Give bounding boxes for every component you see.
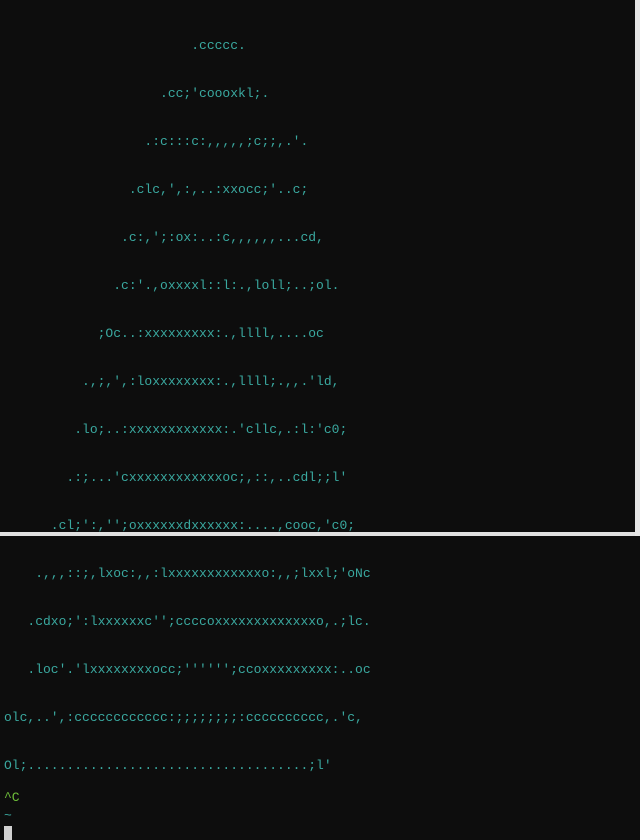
ascii-art-line: .,;,',:loxxxxxxxx:.,llll;.,,.'ld, [4, 374, 640, 390]
ascii-art-line: .c:,';:ox:..:c,,,,,,...cd, [4, 230, 640, 246]
ascii-art-line: olc,..',:cccccccccccc:;;;;;;;;:ccccccccc… [4, 710, 640, 726]
ascii-art-line: .ccccc. [4, 38, 640, 54]
ascii-art-line: .:c:::c:,,,,,;c;;,.'. [4, 134, 640, 150]
terminal-cursor[interactable] [0, 824, 640, 840]
ascii-art-line: .c:'.,oxxxxl::l:.,loll;..;ol. [4, 278, 640, 294]
ascii-art-line: .:;...'cxxxxxxxxxxxxoc;,::,..cdl;;l' [4, 470, 640, 486]
vertical-scrollbar[interactable] [635, 0, 640, 536]
ascii-art-line: .lo;..:xxxxxxxxxxxx:.'cllc,.:l:'c0; [4, 422, 640, 438]
interrupt-signal: ^C [0, 790, 640, 806]
ascii-art-line: .clc,',:,..:xxocc;'..c; [4, 182, 640, 198]
ascii-art-line: .loc'.'lxxxxxxxxocc;'''''';ccoxxxxxxxxx:… [4, 662, 640, 678]
status-bar [0, 532, 635, 536]
ascii-art-line: Ol;....................................;… [4, 758, 640, 774]
ascii-art-line: .,,,::;,lxoc:,,:lxxxxxxxxxxxxo:,,;lxxl;'… [4, 566, 640, 582]
ascii-art-line: ;Oc..:xxxxxxxxx:.,llll,....oc [4, 326, 640, 342]
vim-empty-line-tilde: ~ [0, 808, 640, 824]
terminal-output: .ccccc. .cc;'coooxkl;. .:c:::c:,,,,,;c;;… [0, 6, 640, 790]
ascii-art-line: .cdxo;':lxxxxxxc'';ccccoxxxxxxxxxxxxxo,.… [4, 614, 640, 630]
ascii-art-line: .cc;'coooxkl;. [4, 86, 640, 102]
